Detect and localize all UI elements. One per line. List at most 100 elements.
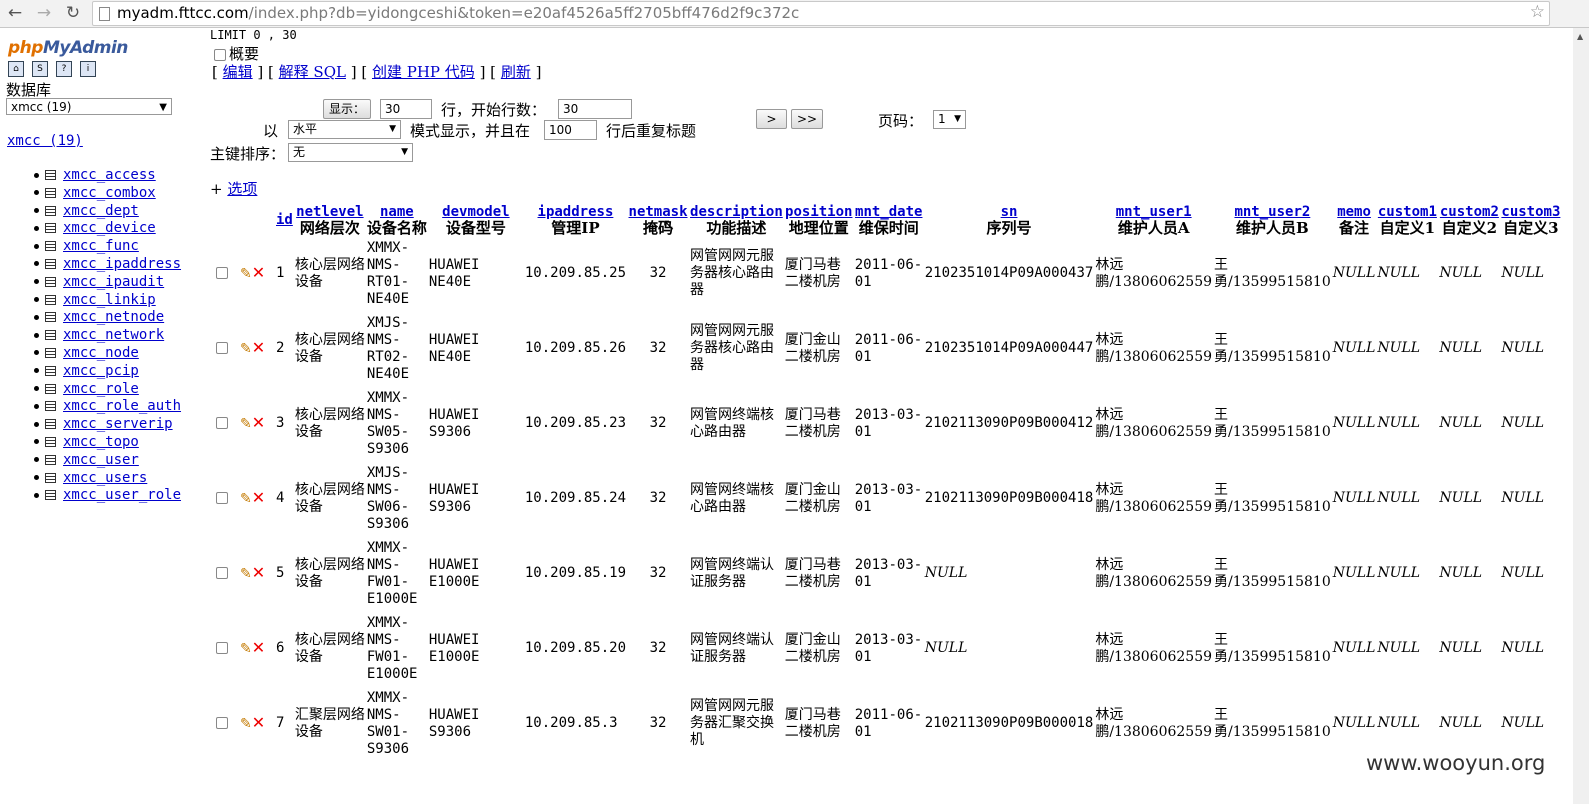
address-bar[interactable]: myadm.fttcc.com/index.php?db=yidongceshi…: [92, 1, 1550, 26]
sort-link-custom1[interactable]: custom1: [1378, 204, 1437, 220]
row-checkbox[interactable]: [216, 717, 228, 729]
sort-link-custom2[interactable]: custom2: [1440, 204, 1499, 220]
delete-x-icon[interactable]: ✕: [252, 414, 265, 431]
edit-link[interactable]: 编辑: [223, 63, 253, 81]
sort-link-position[interactable]: position: [785, 204, 852, 220]
sort-select[interactable]: 无 ▼: [288, 143, 413, 162]
table-icon[interactable]: [45, 401, 56, 412]
pencil-edit-icon[interactable]: ✎: [240, 566, 252, 583]
pencil-edit-icon[interactable]: ✎: [240, 341, 252, 358]
table-link[interactable]: xmcc_pcip: [63, 363, 139, 379]
table-icon[interactable]: [45, 241, 56, 252]
sort-link-id[interactable]: id: [276, 212, 293, 228]
table-link[interactable]: xmcc_linkip: [63, 292, 156, 308]
sort-link-netmask[interactable]: netmask: [629, 204, 688, 220]
table-icon[interactable]: [45, 170, 56, 180]
explain-sql-link[interactable]: 解释 SQL: [279, 63, 346, 81]
pencil-edit-icon[interactable]: ✎: [240, 641, 252, 658]
summary-checkbox[interactable]: [214, 49, 226, 61]
reload-icon[interactable]: ↻: [62, 2, 84, 24]
show-button[interactable]: 显示：: [323, 99, 371, 119]
rows-input[interactable]: 30: [380, 99, 432, 119]
row-checkbox[interactable]: [216, 267, 228, 279]
table-link[interactable]: xmcc_role: [63, 381, 139, 397]
table-icon[interactable]: [45, 365, 56, 376]
table-link[interactable]: xmcc_access: [63, 167, 156, 183]
table-icon[interactable]: [45, 419, 56, 430]
table-icon[interactable]: [45, 490, 56, 501]
table-link[interactable]: xmcc_users: [63, 470, 147, 486]
database-link[interactable]: xmcc (19): [7, 133, 83, 149]
table-icon[interactable]: [45, 330, 56, 341]
table-icon[interactable]: [45, 258, 56, 269]
sort-link-custom3[interactable]: custom3: [1501, 204, 1560, 220]
delete-x-icon[interactable]: ✕: [252, 264, 265, 281]
options-link[interactable]: 选项: [227, 180, 257, 198]
table-link[interactable]: xmcc_func: [63, 238, 139, 254]
table-link[interactable]: xmcc_topo: [63, 434, 139, 450]
pencil-edit-icon[interactable]: ✎: [240, 416, 252, 433]
table-link[interactable]: xmcc_combox: [63, 185, 156, 201]
table-icon[interactable]: [45, 347, 56, 358]
sort-link-sn[interactable]: sn: [1001, 204, 1018, 220]
forward-icon[interactable]: →: [33, 2, 55, 24]
delete-x-icon[interactable]: ✕: [252, 564, 265, 581]
row-checkbox[interactable]: [216, 492, 228, 504]
vertical-scrollbar[interactable]: ▲: [1573, 28, 1589, 804]
table-link[interactable]: xmcc_dept: [63, 203, 139, 219]
row-checkbox[interactable]: [216, 642, 228, 654]
page-select[interactable]: 1 ▼: [933, 110, 966, 129]
table-icon[interactable]: [45, 454, 56, 465]
sort-link-mnt_user2[interactable]: mnt_user2: [1234, 204, 1310, 220]
table-link[interactable]: xmcc_user_role: [63, 487, 181, 503]
scroll-up-icon[interactable]: ▲: [1577, 32, 1583, 41]
table-link[interactable]: xmcc_network: [63, 327, 164, 343]
row-checkbox[interactable]: [216, 342, 228, 354]
table-link[interactable]: xmcc_netnode: [63, 309, 164, 325]
table-link[interactable]: xmcc_user: [63, 452, 139, 468]
table-icon[interactable]: [45, 383, 56, 394]
sql-query-icon[interactable]: S: [32, 61, 48, 77]
sort-link-mnt_date[interactable]: mnt_date: [855, 204, 922, 220]
pencil-edit-icon[interactable]: ✎: [240, 716, 252, 733]
row-checkbox[interactable]: [216, 567, 228, 579]
sort-link-devmodel[interactable]: devmodel: [442, 204, 509, 220]
table-icon[interactable]: [45, 312, 56, 323]
table-link[interactable]: xmcc_node: [63, 345, 139, 361]
delete-x-icon[interactable]: ✕: [252, 339, 265, 356]
last-page-button[interactable]: >>: [791, 109, 823, 129]
table-link[interactable]: xmcc_device: [63, 220, 156, 236]
start-row-input[interactable]: 30: [558, 99, 632, 119]
help-icon[interactable]: ?: [56, 61, 72, 77]
sort-link-description[interactable]: description: [690, 204, 783, 220]
table-icon[interactable]: [45, 294, 56, 305]
table-icon[interactable]: [45, 472, 56, 483]
pencil-edit-icon[interactable]: ✎: [240, 266, 252, 283]
bookmark-star-icon[interactable]: ☆: [1530, 2, 1545, 22]
database-select[interactable]: xmcc (19) ▼: [6, 98, 172, 115]
table-link[interactable]: xmcc_role_auth: [63, 398, 181, 414]
sort-link-ipaddress[interactable]: ipaddress: [538, 204, 614, 220]
sort-link-memo[interactable]: memo: [1337, 204, 1371, 220]
refresh-link[interactable]: 刷新: [501, 63, 531, 81]
sort-link-mnt_user1[interactable]: mnt_user1: [1116, 204, 1192, 220]
table-link[interactable]: xmcc_ipaddress: [63, 256, 181, 272]
create-php-link[interactable]: 创建 PHP 代码: [372, 63, 475, 81]
next-page-button[interactable]: >: [756, 109, 787, 129]
display-mode-select[interactable]: 水平 ▼: [288, 120, 401, 139]
table-link[interactable]: xmcc_serverip: [63, 416, 173, 432]
docs-icon[interactable]: i: [80, 61, 96, 77]
home-icon[interactable]: ⌂: [8, 61, 24, 77]
back-icon[interactable]: ←: [4, 2, 26, 24]
pencil-edit-icon[interactable]: ✎: [240, 491, 252, 508]
delete-x-icon[interactable]: ✕: [252, 489, 265, 506]
repeat-header-input[interactable]: 100: [544, 120, 597, 140]
table-icon[interactable]: [45, 223, 56, 234]
table-icon[interactable]: [45, 276, 56, 287]
table-icon[interactable]: [45, 187, 56, 198]
table-link[interactable]: xmcc_ipaudit: [63, 274, 164, 290]
delete-x-icon[interactable]: ✕: [252, 639, 265, 656]
sort-link-netlevel[interactable]: netlevel: [296, 204, 363, 220]
sort-link-name[interactable]: name: [380, 204, 414, 220]
phpmyadmin-logo[interactable]: phpMyAdmin: [8, 38, 128, 58]
